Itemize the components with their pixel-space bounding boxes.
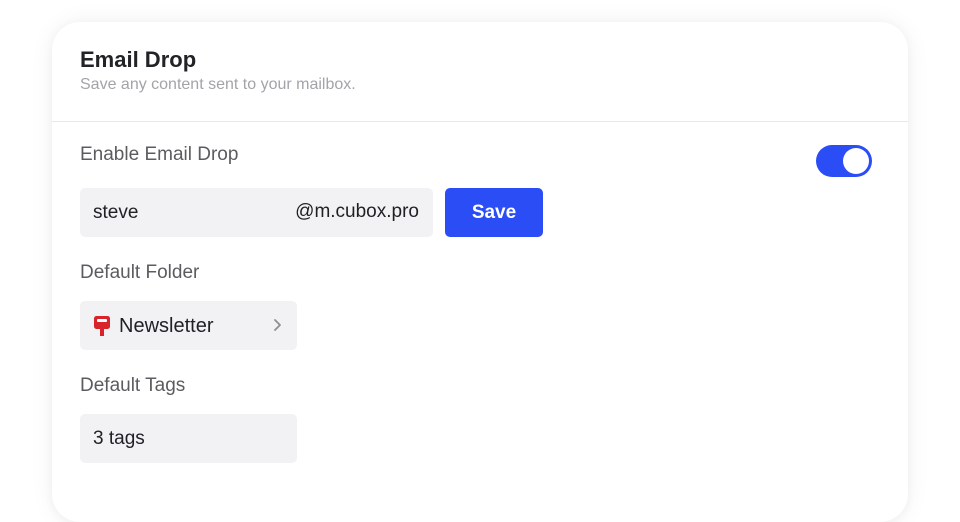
default-tags-label: Default Tags	[80, 375, 186, 396]
panel-header: Email Drop Save any content sent to your…	[52, 22, 908, 122]
default-tags-value: 3 tags	[93, 428, 145, 449]
chevron-right-icon	[274, 319, 281, 331]
default-folder-select[interactable]: Newsletter	[80, 301, 297, 350]
save-button[interactable]: Save	[445, 188, 543, 237]
email-username-input[interactable]: steve	[93, 202, 138, 224]
panel-subtitle: Save any content sent to your mailbox.	[80, 76, 356, 93]
email-address-field[interactable]: steve @m.cubox.pro	[80, 188, 433, 237]
enable-email-drop-label: Enable Email Drop	[80, 144, 239, 165]
panel-title: Email Drop	[80, 47, 197, 72]
enable-email-drop-toggle[interactable]	[816, 145, 872, 177]
mailbox-icon	[94, 316, 110, 336]
email-drop-panel: Email Drop Save any content sent to your…	[52, 22, 908, 522]
toggle-knob	[843, 148, 869, 174]
email-domain-suffix: @m.cubox.pro	[295, 201, 419, 222]
default-tags-select[interactable]: 3 tags	[80, 414, 297, 463]
default-folder-value: Newsletter	[119, 315, 214, 337]
default-folder-label: Default Folder	[80, 262, 200, 283]
